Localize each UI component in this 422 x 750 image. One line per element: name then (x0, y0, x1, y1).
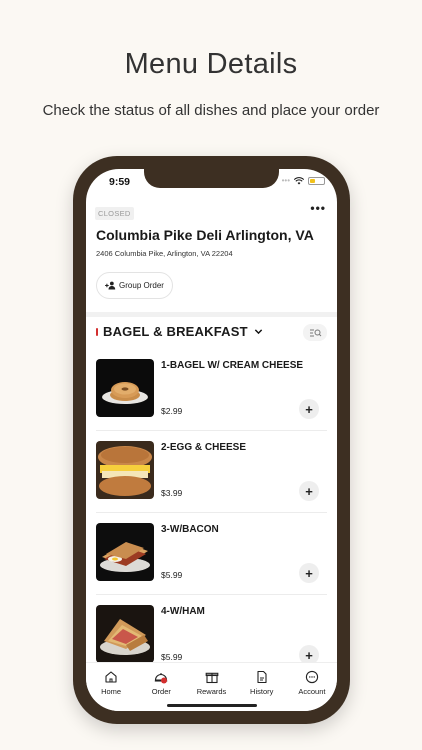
item-price: $3.99 (161, 488, 183, 498)
ellipsis-icon: ••• (310, 201, 326, 215)
tab-label: Home (101, 687, 122, 696)
store-name: Columbia Pike Deli Arlington, VA (96, 227, 314, 243)
plus-icon: + (305, 565, 313, 581)
home-icon (105, 671, 117, 683)
plus-icon: + (305, 483, 313, 499)
battery-icon (308, 176, 325, 185)
group-order-button[interactable]: Group Order (96, 272, 173, 299)
promo-title: Menu Details (124, 48, 298, 80)
account-icon (305, 670, 319, 684)
egg-cheese-image (96, 441, 154, 499)
item-name: 3-W/BACON (161, 524, 219, 535)
phone-notch (144, 169, 279, 188)
menu-item[interactable]: 1-BAGEL W/ CREAM CHEESE $2.99 + (96, 349, 327, 431)
menu-search-button[interactable] (303, 324, 327, 341)
menu-item[interactable]: 2-EGG & CHEESE $3.99 + (96, 431, 327, 513)
store-address: 2406 Columbia Pike, Arlington, VA 22204 (96, 249, 233, 258)
plus-icon: + (305, 647, 313, 663)
tab-label: History (250, 687, 274, 696)
add-item-button[interactable]: + (299, 563, 319, 583)
promo-subtitle: Check the status of all dishes and place… (42, 102, 380, 119)
section-divider (86, 312, 337, 317)
menu-list: 1-BAGEL W/ CREAM CHEESE $2.99 + 2-EGG & … (96, 349, 327, 677)
more-options-button[interactable]: ••• (310, 201, 326, 215)
order-icon (155, 673, 168, 684)
signal-icon: ••• (281, 176, 290, 185)
category-title: BAGEL & BREAKFAST (103, 324, 248, 339)
item-price: $5.99 (161, 652, 183, 662)
add-item-button[interactable]: + (299, 399, 319, 419)
item-price: $5.99 (161, 570, 183, 580)
category-selector[interactable]: BAGEL & BREAKFAST (96, 324, 263, 339)
plus-icon: + (305, 401, 313, 417)
group-order-label: Group Order (119, 281, 164, 290)
home-indicator[interactable] (167, 704, 257, 707)
item-name: 1-BAGEL W/ CREAM CHEESE (161, 360, 304, 371)
tab-label: Order (151, 687, 171, 696)
tab-account[interactable]: Account (287, 663, 337, 711)
item-price: $2.99 (161, 406, 183, 416)
chevron-down-icon (254, 329, 262, 335)
ham-sandwich-image (96, 605, 154, 663)
menu-item[interactable]: 3-W/BACON $5.99 + (96, 513, 327, 595)
status-icons: ••• (282, 176, 325, 185)
search-list-icon (309, 329, 321, 336)
app-screen: 9:59 ••• CLOSED ••• Columbia Pike Deli A… (86, 169, 337, 711)
bagel-image (96, 359, 154, 417)
wifi-icon (294, 176, 304, 184)
rewards-icon (205, 672, 218, 684)
item-name: 4-W/HAM (161, 606, 205, 617)
status-time: 9:59 (109, 176, 131, 188)
category-marker (96, 327, 98, 336)
add-person-icon (105, 281, 116, 290)
history-icon (257, 670, 267, 684)
item-name: 2-EGG & CHEESE (161, 442, 247, 453)
phone-frame: 9:59 ••• CLOSED ••• Columbia Pike Deli A… (73, 156, 350, 724)
tab-label: Rewards (196, 687, 227, 696)
tab-home[interactable]: Home (86, 663, 136, 711)
add-item-button[interactable]: + (299, 481, 319, 501)
bacon-sandwich-image (96, 523, 154, 581)
status-badge: CLOSED (95, 207, 134, 220)
tab-label: Account (298, 687, 326, 696)
